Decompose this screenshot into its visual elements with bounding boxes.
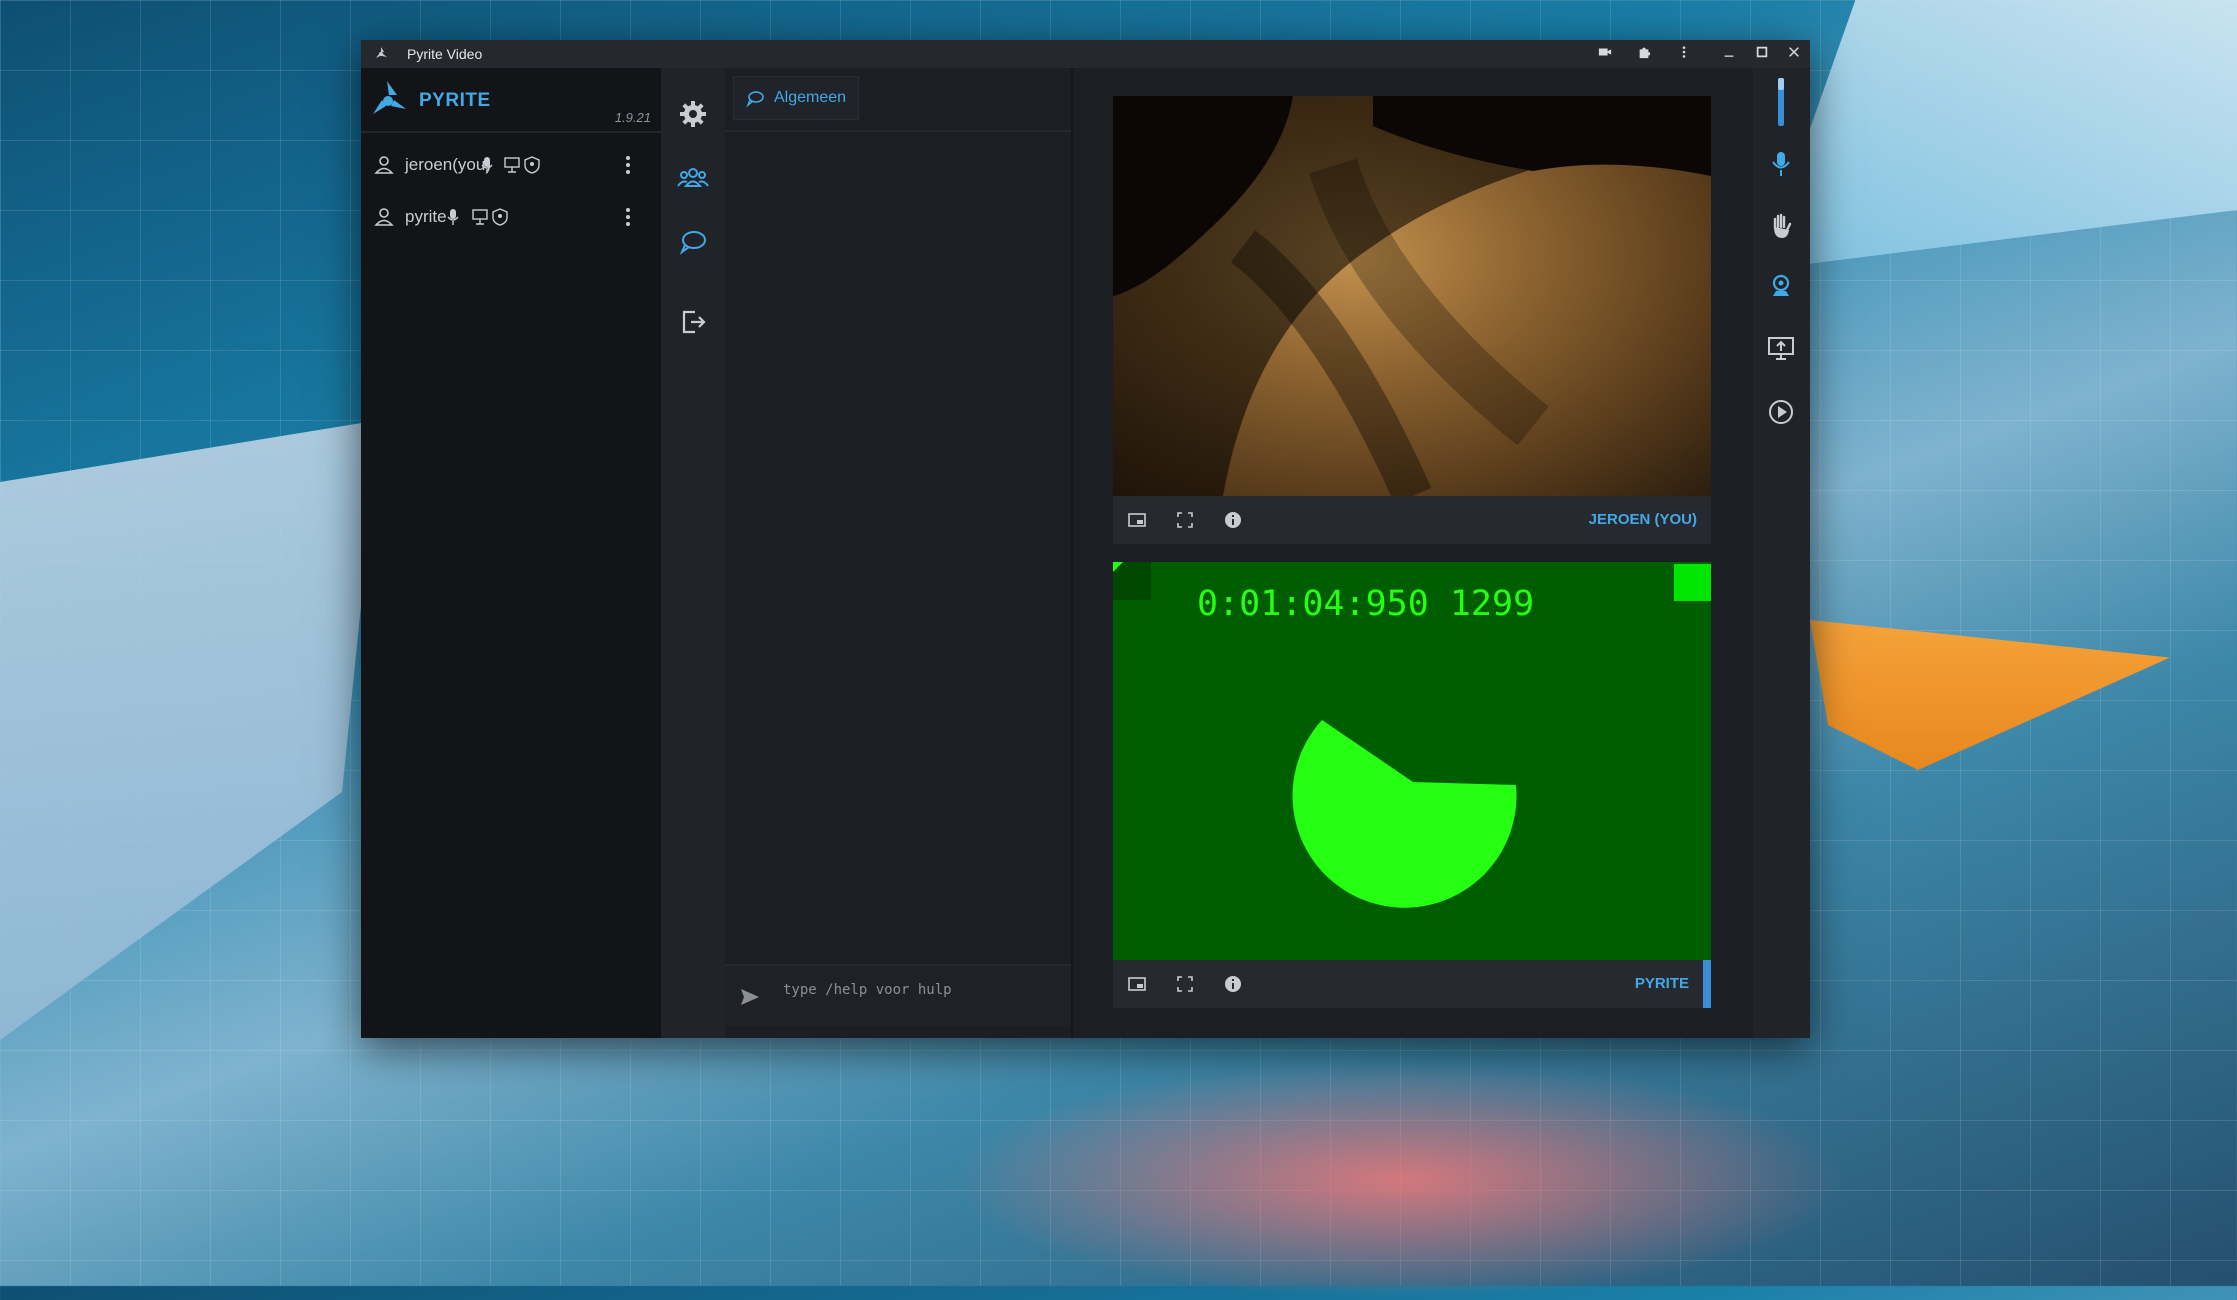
user-menu-icon[interactable]: [621, 206, 635, 228]
version-label: 1.9.21: [614, 110, 651, 125]
video-controls: JEROEN (YOU): [1113, 496, 1711, 544]
webcam-icon[interactable]: [1765, 270, 1797, 302]
info-icon[interactable]: [1223, 510, 1243, 530]
picture-in-picture-icon[interactable]: [1127, 974, 1147, 994]
brand-name: PYRITE: [419, 90, 491, 111]
picture-in-picture-icon[interactable]: [1127, 510, 1147, 530]
camera-frame: [1113, 96, 1711, 496]
send-icon[interactable]: [739, 986, 761, 1008]
more-vert-icon[interactable]: [1673, 44, 1695, 64]
close-icon[interactable]: [1783, 44, 1805, 64]
maximize-icon[interactable]: [1751, 44, 1773, 64]
window-title: Pyrite Video: [407, 46, 483, 62]
user-item[interactable]: pyrite: [361, 198, 661, 238]
user-name: pyrite: [405, 207, 447, 226]
user-menu-icon[interactable]: [621, 154, 635, 176]
mic-level-peak: [1778, 78, 1784, 90]
person-icon: [374, 156, 394, 174]
title-bar[interactable]: Pyrite Video: [361, 40, 1810, 68]
microphone-icon[interactable]: [1765, 148, 1797, 180]
presenter-icon: [504, 157, 520, 173]
video-tile: JEROEN (YOU): [1113, 96, 1711, 544]
chat-panel: Algemeen type /help voor hulp: [725, 68, 1073, 1038]
video-label: JEROEN (YOU): [1588, 511, 1697, 528]
camera-icon[interactable]: [1594, 44, 1616, 64]
timer-display: 0:01:04:950 1299: [1197, 584, 1535, 624]
leave-icon[interactable]: [677, 306, 709, 338]
desktop-glow: [950, 1060, 1850, 1300]
divider: [361, 131, 661, 133]
test-pattern-video: 0:01:04:950 1299: [1113, 562, 1711, 960]
video-label: PYRITE: [1634, 975, 1689, 992]
video-tile: 0:01:04:950 1299 PYRITE: [1113, 562, 1711, 1008]
user-item[interactable]: jeroen(you): [361, 146, 661, 186]
sync-marker: [1674, 564, 1711, 601]
microphone-icon: [481, 157, 493, 173]
channel-tab[interactable]: Algemeen: [733, 76, 860, 120]
chat-icon[interactable]: [677, 226, 709, 258]
person-icon: [374, 208, 394, 226]
pyrite-logo-icon: [376, 47, 387, 58]
microphone-icon: [447, 209, 459, 225]
chat-icon: [746, 91, 764, 107]
video-stage: JEROEN (YOU) 0:01:04:950 1299 PYRITE: [1073, 68, 1753, 1038]
users-group-icon[interactable]: [677, 162, 709, 194]
pyrite-logo-icon: [373, 81, 406, 114]
extensions-icon[interactable]: [1633, 44, 1655, 64]
video-controls: PYRITE: [1113, 960, 1711, 1008]
share-screen-icon[interactable]: [1765, 332, 1797, 364]
chat-input-area[interactable]: type /help voor hulp: [725, 964, 1071, 1026]
app-window: Pyrite Video PYRITE 1.9.21 jeroen(you) p…: [361, 40, 1810, 1038]
divider: [725, 130, 1071, 132]
audio-level-meter: [1703, 960, 1711, 1008]
controls-bar: [1753, 68, 1810, 1038]
camera-video: [1113, 96, 1711, 496]
nav-column: [661, 68, 725, 1038]
channel-tab-label: Algemeen: [774, 89, 847, 106]
users-sidebar: PYRITE 1.9.21 jeroen(you) pyrite: [361, 68, 661, 1038]
settings-gear-icon[interactable]: [677, 98, 709, 130]
fullscreen-icon[interactable]: [1175, 510, 1195, 530]
operator-shield-icon: [524, 156, 540, 174]
presenter-icon: [472, 209, 488, 225]
play-media-icon[interactable]: [1765, 396, 1797, 428]
fullscreen-icon[interactable]: [1175, 974, 1195, 994]
info-icon[interactable]: [1223, 974, 1243, 994]
operator-shield-icon: [492, 208, 508, 226]
chat-input-placeholder[interactable]: type /help voor hulp: [783, 982, 952, 998]
raise-hand-icon[interactable]: [1765, 210, 1797, 242]
minimize-icon[interactable]: [1718, 44, 1740, 64]
